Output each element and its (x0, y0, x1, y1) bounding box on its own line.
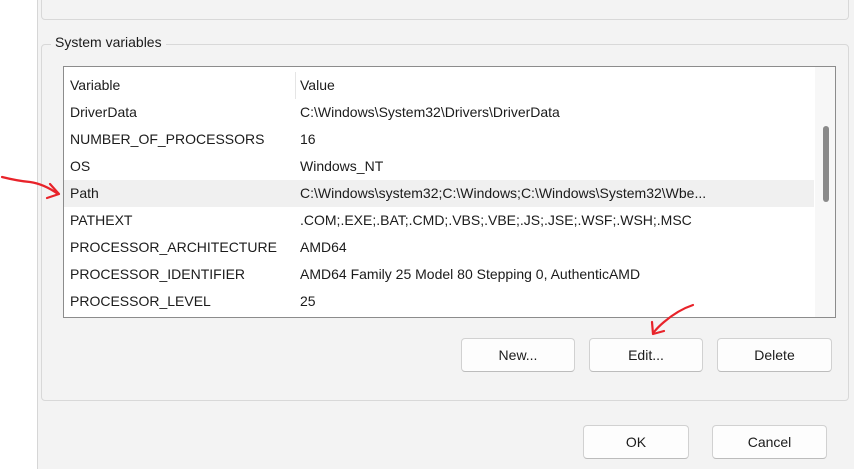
table-row[interactable]: PROCESSOR_IDENTIFIER AMD64 Family 25 Mod… (64, 261, 814, 288)
variable-name: NUMBER_OF_PROCESSORS (70, 131, 265, 147)
annotation-arrow-icon (650, 303, 695, 336)
column-separator[interactable] (295, 72, 296, 99)
ok-button[interactable]: OK (583, 425, 689, 459)
delete-button[interactable]: Delete (717, 338, 832, 372)
environment-variables-dialog: System variables Variable Value DriverDa… (0, 0, 854, 469)
edit-button[interactable]: Edit... (589, 338, 703, 372)
cancel-button[interactable]: Cancel (712, 425, 827, 459)
variable-name: Path (70, 185, 99, 201)
variable-value: .COM;.EXE;.BAT;.CMD;.VBS;.VBE;.JS;.JSE;.… (300, 212, 692, 228)
table-row[interactable]: PATHEXT .COM;.EXE;.BAT;.CMD;.VBS;.VBE;.J… (64, 207, 814, 234)
table-row[interactable]: DriverData C:\Windows\System32\Drivers\D… (64, 99, 814, 126)
user-variables-group-edge (41, 0, 849, 20)
variable-value: C:\Windows\system32;C:\Windows;C:\Window… (300, 185, 707, 201)
annotation-arrow-icon (0, 175, 61, 200)
variable-value: 25 (300, 293, 316, 309)
table-row[interactable]: PROCESSOR_ARCHITECTURE AMD64 (64, 234, 814, 261)
variable-value: Windows_NT (300, 158, 384, 174)
system-variables-list[interactable]: Variable Value DriverData C:\Windows\Sys… (63, 66, 836, 318)
variable-name: PROCESSOR_ARCHITECTURE (70, 239, 277, 255)
table-row[interactable]: NUMBER_OF_PROCESSORS 16 (64, 126, 814, 153)
new-button[interactable]: New... (461, 338, 575, 372)
column-header-value[interactable]: Value (300, 72, 335, 99)
table-row[interactable]: OS Windows_NT (64, 153, 814, 180)
variable-value: C:\Windows\System32\Drivers\DriverData (300, 104, 560, 120)
system-variables-title: System variables (51, 34, 166, 50)
variable-value: 16 (300, 131, 316, 147)
list-header: Variable Value (64, 72, 814, 99)
vertical-scrollbar[interactable] (815, 67, 835, 317)
variable-name: OS (70, 158, 91, 174)
variable-name: DriverData (70, 104, 137, 120)
column-header-variable[interactable]: Variable (70, 72, 120, 99)
scrollbar-thumb[interactable] (823, 126, 829, 202)
variable-name: PROCESSOR_IDENTIFIER (70, 266, 246, 282)
variable-value: AMD64 (300, 239, 347, 255)
variable-value: AMD64 Family 25 Model 80 Stepping 0, Aut… (300, 266, 641, 282)
variable-name: PATHEXT (70, 212, 133, 228)
table-row[interactable]: PROCESSOR_LEVEL 25 (64, 293, 814, 317)
variable-name: PROCESSOR_LEVEL (70, 293, 211, 309)
table-row-selected[interactable]: Path C:\Windows\system32;C:\Windows;C:\W… (64, 180, 814, 207)
